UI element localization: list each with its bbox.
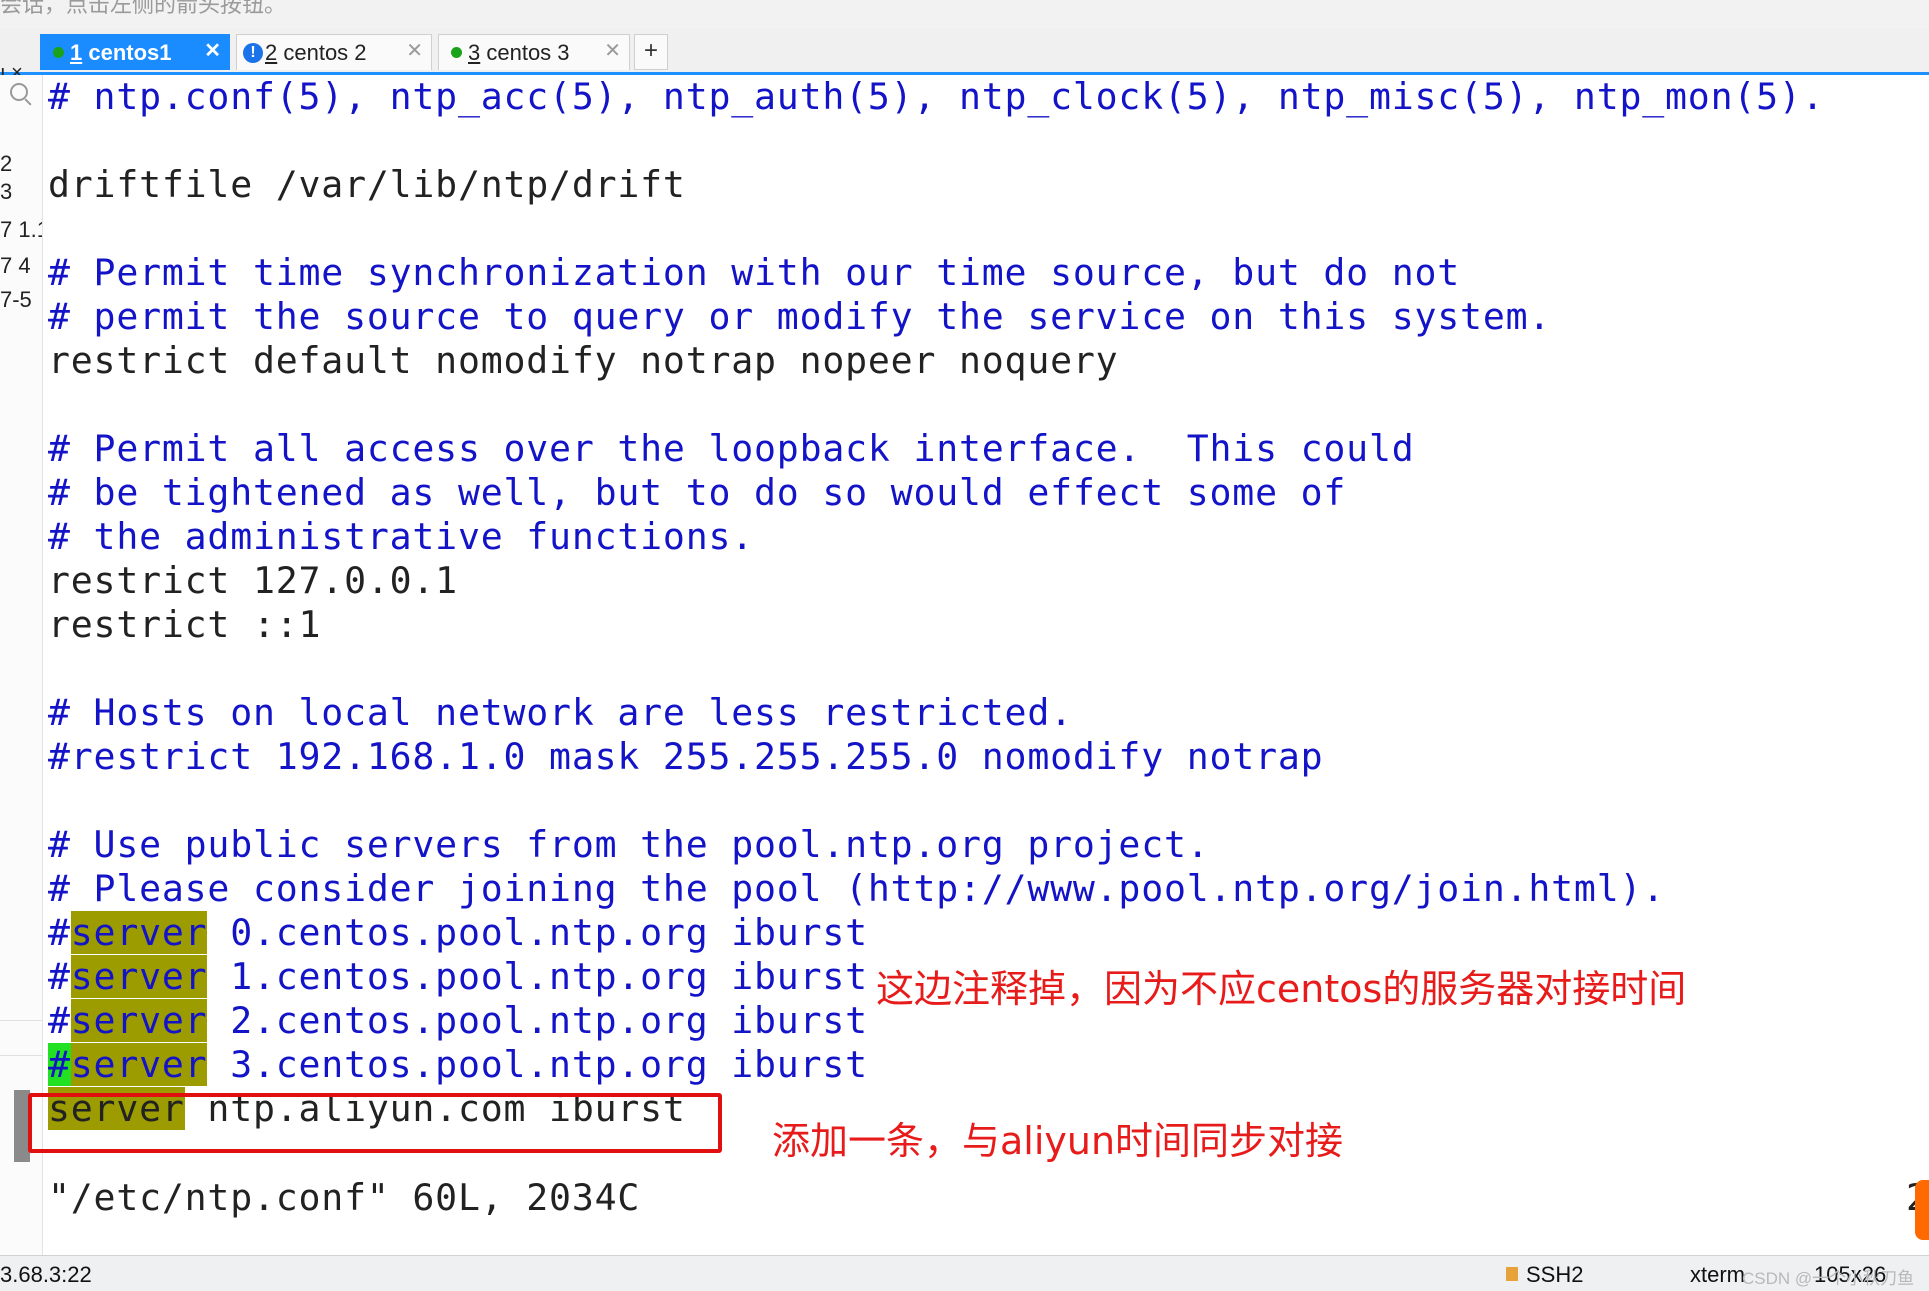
tab-label: centos1	[82, 39, 172, 65]
server-address: 0.centos.pool.ntp.org iburst	[207, 911, 868, 954]
session-list-item[interactable]: 3	[0, 179, 12, 205]
terminal-line: # permit the source to query or modify t…	[48, 295, 1552, 338]
terminal-line: restrict 127.0.0.1	[48, 559, 458, 602]
commented-server-line: #server 1.centos.pool.ntp.org iburst	[48, 955, 868, 999]
session-tab-bar: ı × 1 centos1 ✕ ! 2 centos 2 ✕ 3 centos …	[0, 28, 1929, 84]
hint-bar: 会话，点击左侧的箭头按钮。	[0, 0, 1929, 28]
panel-divider	[0, 1020, 42, 1021]
connected-status-icon	[451, 47, 462, 58]
terminal-type: xterm	[1690, 1262, 1745, 1287]
tab-number: 2	[265, 39, 278, 65]
search-icon[interactable]	[10, 83, 28, 101]
terminal-screen[interactable]: # ntp.conf(5), ntp_acc(5), ntp_auth(5), …	[48, 75, 1929, 1255]
terminal-line: #restrict 192.168.1.0 mask 255.255.255.0…	[48, 735, 1324, 778]
search-match-highlight: server	[70, 911, 208, 954]
new-tab-button[interactable]: +	[634, 34, 668, 70]
text-cursor: #	[48, 1043, 71, 1086]
terminal-line: driftfile /var/lib/ntp/drift	[48, 163, 686, 206]
server-address: 2.centos.pool.ntp.org iburst	[207, 999, 868, 1042]
connected-status-icon	[53, 47, 64, 58]
tab-label: centos 2	[277, 39, 367, 65]
warning-icon: !	[243, 42, 263, 63]
search-match-highlight: server	[70, 955, 208, 998]
comment-hash: #	[48, 955, 71, 998]
server-address: 1.centos.pool.ntp.org iburst	[207, 955, 868, 998]
terminal-line: # ntp.conf(5), ntp_acc(5), ntp_auth(5), …	[48, 75, 1825, 118]
terminal-line: # Permit time synchronization with our t…	[48, 251, 1461, 294]
commented-server-line: #server 0.centos.pool.ntp.org iburst	[48, 911, 868, 955]
session-list-item[interactable]: 7 1.1	[0, 217, 42, 243]
session-panel: 2 3 7 1.1 7 4 7-5	[0, 75, 43, 1255]
tab-number: 3	[468, 39, 481, 65]
close-icon[interactable]: ✕	[604, 38, 621, 63]
watermark: CSDN @一个小秋刀鱼	[1742, 1269, 1915, 1288]
session-list-item[interactable]: 7 4	[0, 253, 31, 279]
terminal-line: # be tightened as well, but to do so wou…	[48, 471, 1347, 514]
close-icon[interactable]: ✕	[204, 38, 221, 63]
tab-centos1[interactable]: 1 centos1 ✕	[40, 34, 230, 70]
terminal-line: # the administrative functions.	[48, 515, 755, 558]
terminal-line: # Use public servers from the pool.ntp.o…	[48, 823, 1210, 866]
search-match-highlight: server	[70, 1043, 208, 1086]
tab-label: centos 3	[480, 39, 570, 65]
connection-address: 3.68.3:22	[0, 1262, 92, 1287]
edge-marker	[1915, 1180, 1929, 1240]
tab-centos-2[interactable]: ! 2 centos 2 ✕	[236, 34, 432, 70]
tab-number: 1	[70, 39, 83, 65]
terminal-line: # Permit all access over the loopback in…	[48, 427, 1415, 470]
protocol-label: SSH2	[1526, 1262, 1584, 1287]
tab-centos-3[interactable]: 3 centos 3 ✕	[438, 34, 630, 70]
search-match-highlight: server	[70, 999, 208, 1042]
add-server-annotation: 添加一条，与aliyun时间同步对接	[772, 1119, 1344, 1163]
close-icon[interactable]: ✕	[406, 38, 423, 63]
comment-out-annotation: 这边注释掉，因为不应centos的服务器对接时间	[876, 967, 1687, 1011]
server-address: 3.centos.pool.ntp.org iburst	[207, 1043, 868, 1086]
terminal-line: restrict default nomodify notrap nopeer …	[48, 339, 1119, 382]
annotation-box	[28, 1093, 722, 1153]
comment-hash: #	[48, 911, 71, 954]
hint-text: 会话，点击左侧的箭头按钮。	[0, 0, 287, 17]
lock-icon	[1506, 1267, 1518, 1281]
session-list-item[interactable]: 7-5	[0, 287, 32, 313]
terminal-line: restrict ::1	[48, 603, 322, 646]
commented-server-line: #server 2.centos.pool.ntp.org iburst	[48, 999, 868, 1043]
comment-hash: #	[48, 999, 71, 1042]
vim-status-line: "/etc/ntp.conf" 60L, 2034C	[48, 1176, 641, 1219]
status-bar: 3.68.3:22 SSH2 xterm 105x26 CSDN @一个小秋刀鱼	[0, 1255, 1929, 1291]
panel-divider	[0, 1055, 42, 1056]
terminal-line: # Hosts on local network are less restri…	[48, 691, 1073, 734]
commented-server-line: #server 3.centos.pool.ntp.org iburst	[48, 1043, 868, 1087]
session-list-item[interactable]: 2	[0, 151, 12, 177]
terminal-line: # Please consider joining the pool (http…	[48, 867, 1666, 910]
